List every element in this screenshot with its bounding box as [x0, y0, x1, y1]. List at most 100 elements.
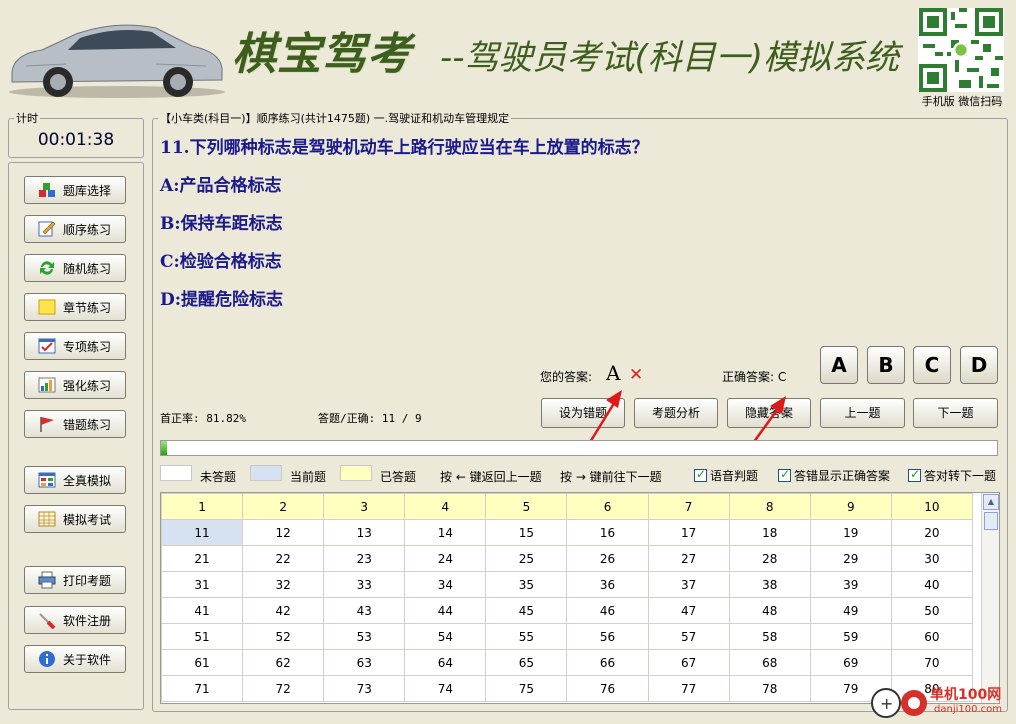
question-number-cell[interactable]: 3 — [323, 493, 406, 520]
nav-intensive-button[interactable]: 强化练习 — [24, 371, 126, 399]
question-number-cell[interactable]: 65 — [485, 649, 568, 676]
question-number-cell[interactable]: 63 — [323, 649, 406, 676]
next-question-button[interactable]: 下一题 — [913, 398, 998, 428]
grid-scrollbar[interactable]: ▲ — [981, 493, 999, 703]
question-number-cell[interactable]: 68 — [728, 649, 811, 676]
question-number-cell[interactable]: 24 — [404, 545, 487, 572]
question-number-cell[interactable]: 20 — [890, 519, 974, 546]
question-number-cell[interactable]: 34 — [404, 571, 487, 598]
question-number-cell[interactable]: 2 — [242, 493, 325, 520]
question-number-cell[interactable]: 6 — [566, 493, 649, 520]
question-number-cell[interactable]: 67 — [647, 649, 730, 676]
scroll-thumb[interactable] — [984, 512, 998, 530]
question-number-cell[interactable]: 13 — [323, 519, 406, 546]
question-number-cell[interactable]: 5 — [485, 493, 568, 520]
question-number-cell[interactable]: 14 — [404, 519, 487, 546]
question-number-cell[interactable]: 60 — [890, 623, 974, 650]
question-number-cell[interactable]: 40 — [890, 571, 974, 598]
answer-b-button[interactable]: B — [867, 346, 905, 384]
question-number-cell[interactable]: 41 — [161, 597, 244, 624]
question-number-cell[interactable]: 47 — [647, 597, 730, 624]
question-number-cell[interactable]: 22 — [242, 545, 325, 572]
answer-d-button[interactable]: D — [960, 346, 998, 384]
nav-sequential-button[interactable]: 顺序练习 — [24, 215, 126, 243]
question-number-cell[interactable]: 59 — [809, 623, 892, 650]
question-number-cell[interactable]: 36 — [566, 571, 649, 598]
nav-mock-exam-button[interactable]: 模拟考试 — [24, 505, 126, 533]
question-number-cell[interactable]: 10 — [890, 493, 974, 520]
question-number-cell[interactable]: 25 — [485, 545, 568, 572]
question-number-cell[interactable]: 70 — [890, 649, 974, 676]
question-number-cell[interactable]: 31 — [161, 571, 244, 598]
option-d[interactable]: D:提醒危险标志 — [160, 285, 283, 310]
question-number-cell[interactable]: 26 — [566, 545, 649, 572]
question-number-cell[interactable]: 78 — [728, 675, 811, 702]
question-number-cell[interactable]: 46 — [566, 597, 649, 624]
question-number-cell[interactable]: 76 — [566, 675, 649, 702]
question-number-cell[interactable]: 49 — [809, 597, 892, 624]
question-number-cell[interactable]: 12 — [242, 519, 325, 546]
question-number-cell[interactable]: 35 — [485, 571, 568, 598]
question-number-cell[interactable]: 61 — [161, 649, 244, 676]
prev-question-button[interactable]: 上一题 — [820, 398, 905, 428]
question-number-cell[interactable]: 54 — [404, 623, 487, 650]
question-number-cell[interactable]: 53 — [323, 623, 406, 650]
question-number-cell[interactable]: 9 — [809, 493, 892, 520]
show-correct-checkbox[interactable]: 答错显示正确答案 — [778, 467, 890, 484]
question-number-cell[interactable]: 38 — [728, 571, 811, 598]
question-number-cell[interactable]: 19 — [809, 519, 892, 546]
question-number-cell[interactable]: 4 — [404, 493, 487, 520]
question-number-cell[interactable]: 11 — [161, 519, 244, 546]
question-number-cell[interactable]: 8 — [728, 493, 811, 520]
checkbox-box[interactable] — [908, 467, 921, 482]
question-number-cell[interactable]: 45 — [485, 597, 568, 624]
question-number-cell[interactable]: 69 — [809, 649, 892, 676]
question-number-cell[interactable]: 71 — [161, 675, 244, 702]
question-number-cell[interactable]: 48 — [728, 597, 811, 624]
question-number-cell[interactable]: 52 — [242, 623, 325, 650]
answer-a-button[interactable]: A — [820, 346, 858, 384]
question-number-cell[interactable]: 77 — [647, 675, 730, 702]
question-number-cell[interactable]: 7 — [647, 493, 730, 520]
question-number-cell[interactable]: 58 — [728, 623, 811, 650]
question-number-cell[interactable]: 28 — [728, 545, 811, 572]
auto-next-checkbox[interactable]: 答对转下一题 — [908, 467, 996, 484]
option-a[interactable]: A:产品合格标志 — [160, 171, 281, 196]
question-number-cell[interactable]: 1 — [161, 493, 244, 520]
nav-chapter-button[interactable]: 章节练习 — [24, 293, 126, 321]
nav-register-button[interactable]: 软件注册 — [24, 606, 126, 634]
question-number-cell[interactable]: 18 — [728, 519, 811, 546]
question-number-cell[interactable]: 32 — [242, 571, 325, 598]
nav-about-button[interactable]: 关于软件 — [24, 645, 126, 673]
option-b[interactable]: B:保持车距标志 — [160, 209, 283, 234]
question-number-cell[interactable]: 43 — [323, 597, 406, 624]
scroll-up-icon[interactable]: ▲ — [983, 494, 999, 510]
answer-c-button[interactable]: C — [913, 346, 951, 384]
question-number-cell[interactable]: 62 — [242, 649, 325, 676]
question-number-cell[interactable]: 74 — [404, 675, 487, 702]
voice-judge-checkbox[interactable]: 语音判题 — [694, 467, 758, 484]
question-number-cell[interactable]: 64 — [404, 649, 487, 676]
nav-random-button[interactable]: 随机练习 — [24, 254, 126, 282]
question-number-cell[interactable]: 44 — [404, 597, 487, 624]
question-number-cell[interactable]: 56 — [566, 623, 649, 650]
nav-wrong-questions-button[interactable]: 错题练习 — [24, 410, 126, 438]
question-number-cell[interactable]: 42 — [242, 597, 325, 624]
question-number-cell[interactable]: 15 — [485, 519, 568, 546]
checkbox-box[interactable] — [694, 467, 707, 482]
question-number-cell[interactable]: 21 — [161, 545, 244, 572]
question-number-cell[interactable]: 50 — [890, 597, 974, 624]
nav-print-button[interactable]: 打印考题 — [24, 566, 126, 594]
question-number-cell[interactable]: 72 — [242, 675, 325, 702]
question-number-cell[interactable]: 30 — [890, 545, 974, 572]
question-number-cell[interactable]: 33 — [323, 571, 406, 598]
nav-full-simulation-button[interactable]: 全真模拟 — [24, 466, 126, 494]
nav-question-bank-button[interactable]: 题库选择 — [24, 176, 126, 204]
question-number-cell[interactable]: 17 — [647, 519, 730, 546]
question-number-cell[interactable]: 27 — [647, 545, 730, 572]
question-number-cell[interactable]: 73 — [323, 675, 406, 702]
question-number-cell[interactable]: 39 — [809, 571, 892, 598]
question-number-cell[interactable]: 66 — [566, 649, 649, 676]
option-c[interactable]: C:检验合格标志 — [160, 247, 282, 272]
nav-special-button[interactable]: 专项练习 — [24, 332, 126, 360]
